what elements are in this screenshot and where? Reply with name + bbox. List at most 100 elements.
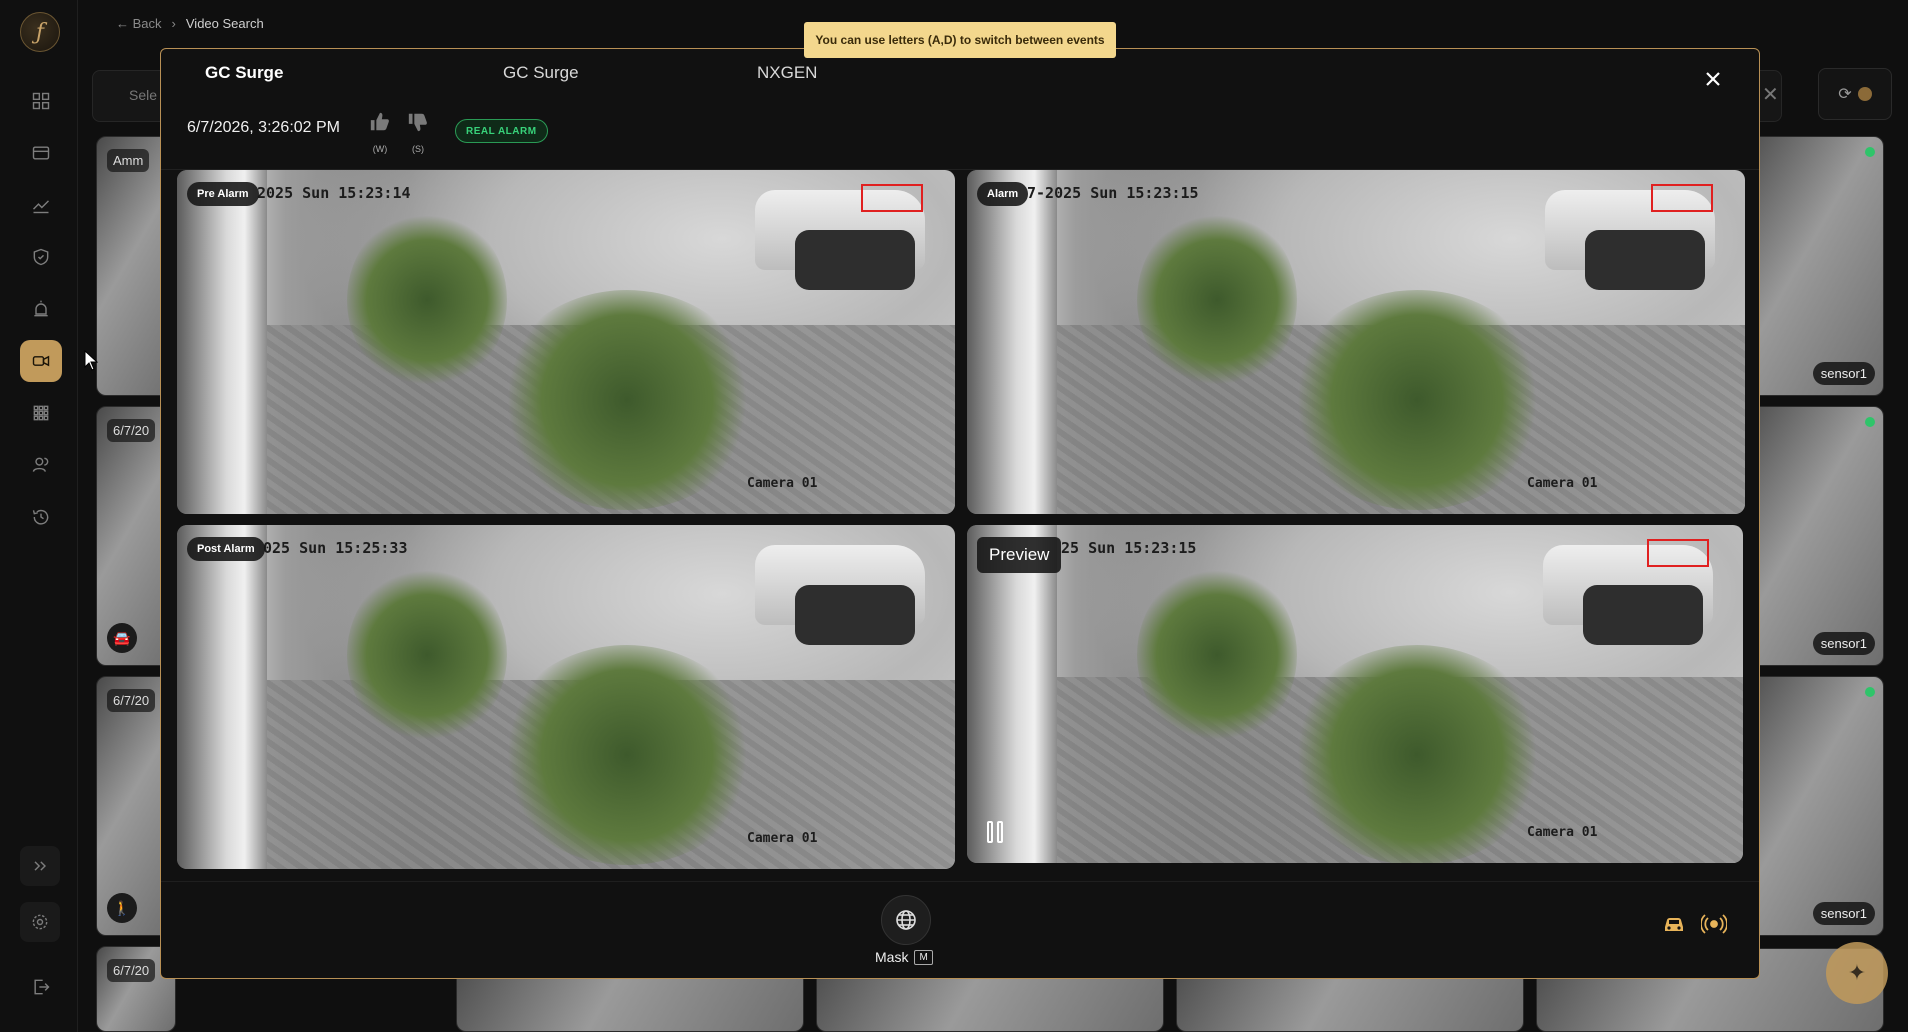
- shield-nav-icon[interactable]: [20, 236, 62, 278]
- frame-plant: [497, 290, 757, 510]
- pause-icon[interactable]: [987, 821, 1007, 843]
- frame-label: Alarm: [977, 182, 1029, 206]
- assistant-fab-button[interactable]: ✦: [1826, 942, 1888, 1004]
- post-alarm-frame[interactable]: 025 Sun 15:25:33 Camera 01 Post Alarm: [177, 525, 955, 869]
- location-select-placeholder: Sele: [129, 87, 158, 103]
- thumbs-up-shortcut: (W): [372, 144, 388, 154]
- preview-player[interactable]: 25 Sun 15:23:15 Camera 01 Preview: [967, 525, 1743, 863]
- thumbs-down-icon: [408, 113, 427, 132]
- tab-gc-surge-primary[interactable]: GC Surge: [205, 63, 283, 83]
- online-dot: [1865, 417, 1875, 427]
- frame-label: Preview: [977, 537, 1062, 573]
- frame-plant: [1287, 290, 1547, 510]
- thumbs-down-button[interactable]: (S): [405, 111, 431, 154]
- card-nav-icon[interactable]: [20, 132, 62, 174]
- frame-wall: [967, 525, 1057, 863]
- motion-sensor-icon[interactable]: [1700, 911, 1728, 937]
- osd-camera-name: Camera 01: [747, 476, 818, 491]
- person-icon: 🚶: [107, 893, 137, 923]
- online-dot: [1865, 687, 1875, 697]
- app-root: ƒ ← Back › Video Search Sele ✕ ⟳ Amm 6/7…: [0, 0, 1908, 1032]
- tab-gc-surge-secondary[interactable]: GC Surge: [503, 63, 579, 83]
- frame-plant: [1287, 645, 1547, 863]
- frame-car: [1583, 585, 1703, 645]
- breadcrumb-current: Video Search: [185, 16, 264, 31]
- osd-camera-name: Camera 01: [747, 831, 818, 846]
- history-nav-icon[interactable]: [20, 496, 62, 538]
- frame-wall: [967, 170, 1057, 514]
- analytics-nav-icon[interactable]: [20, 184, 62, 226]
- clear-filter-icon[interactable]: ✕: [1762, 82, 1779, 107]
- refresh-icon: ⟳: [1838, 86, 1852, 103]
- online-dot: [1865, 147, 1875, 157]
- frame-plant: [1137, 210, 1297, 390]
- alarm-frame[interactable]: 7-2025 Sun 15:23:15 Camera 01 Alarm: [967, 170, 1745, 514]
- osd-timestamp: 025 Sun 15:25:33: [263, 539, 408, 557]
- frame-wall: [177, 525, 267, 869]
- event-card[interactable]: sensor1: [1740, 136, 1884, 396]
- grid-nav-icon[interactable]: [20, 392, 62, 434]
- event-meta: 6/7/2026, 3:26:02 PM (W) (S) REAL ALARM: [187, 105, 787, 161]
- tab-nxgen[interactable]: NXGEN: [757, 63, 817, 83]
- vehicle-icon: 🚘: [107, 623, 137, 653]
- dashboard-nav-icon[interactable]: [20, 80, 62, 122]
- footer-divider: [161, 881, 1759, 882]
- alarm-nav-icon[interactable]: [20, 288, 62, 330]
- pre-alarm-frame[interactable]: 2025 Sun 15:23:14 Camera 01 Pre Alarm: [177, 170, 955, 514]
- osd-timestamp: 7-2025 Sun 15:23:15: [1027, 184, 1199, 202]
- sensor-badge: sensor1: [1812, 902, 1875, 925]
- sensor-badge: sensor1: [1812, 362, 1875, 385]
- video-camera-nav-icon[interactable]: [20, 340, 62, 382]
- event-card-label: 6/7/20: [107, 959, 156, 982]
- real-alarm-badge: REAL ALARM: [455, 119, 548, 143]
- event-card[interactable]: sensor1: [1740, 406, 1884, 666]
- frame-label: Post Alarm: [187, 537, 265, 561]
- event-card-label: 6/7/20: [107, 419, 156, 442]
- thumbs-up-button[interactable]: (W): [367, 111, 393, 154]
- frame-car: [795, 585, 915, 645]
- users-nav-icon[interactable]: [20, 444, 62, 486]
- keyboard-hint-text: You can use letters (A,D) to switch betw…: [815, 33, 1105, 47]
- event-timestamp: 6/7/2026, 3:26:02 PM: [187, 119, 340, 136]
- detection-box: [1651, 184, 1713, 212]
- osd-camera-name: Camera 01: [1527, 476, 1598, 491]
- globe-icon: [896, 910, 916, 930]
- sidebar: ƒ: [0, 0, 78, 1032]
- back-link[interactable]: ← Back: [116, 16, 162, 31]
- thumbs-down-shortcut: (S): [412, 144, 424, 154]
- status-dot: [1857, 87, 1872, 101]
- frame-plant: [1137, 565, 1297, 745]
- brand-logo[interactable]: ƒ: [20, 12, 60, 52]
- event-card-label: 6/7/20: [107, 689, 156, 712]
- settings-gear-icon[interactable]: [20, 902, 60, 942]
- event-card-label: Amm: [107, 149, 150, 172]
- refresh-button[interactable]: ⟳: [1818, 68, 1892, 120]
- frame-label: Pre Alarm: [187, 182, 259, 206]
- frame-plant: [497, 645, 757, 865]
- mouse-cursor-icon: [84, 350, 98, 371]
- mask-button[interactable]: [881, 895, 931, 945]
- frame-plant: [347, 210, 507, 390]
- mask-label-text: Mask: [875, 949, 909, 965]
- vehicle-icon[interactable]: [1661, 911, 1687, 937]
- close-modal-icon[interactable]: [1703, 69, 1723, 89]
- back-label: Back: [132, 16, 162, 31]
- frame-car: [795, 230, 915, 290]
- frame-wall: [177, 170, 267, 514]
- expand-sidebar-icon[interactable]: [20, 846, 60, 886]
- osd-timestamp: 2025 Sun 15:23:14: [257, 184, 411, 202]
- keyboard-hint-tooltip: You can use letters (A,D) to switch betw…: [804, 22, 1116, 58]
- osd-timestamp: 25 Sun 15:23:15: [1061, 539, 1197, 557]
- detection-box: [1647, 539, 1709, 567]
- osd-camera-name: Camera 01: [1527, 825, 1598, 840]
- event-card[interactable]: sensor1: [1740, 676, 1884, 936]
- frame-plant: [347, 565, 507, 745]
- breadcrumb: ← Back › Video Search: [116, 16, 264, 31]
- thumbs-up-icon: [370, 112, 389, 131]
- mask-shortcut-key: M: [914, 949, 933, 965]
- detection-box: [861, 184, 923, 212]
- frame-car: [1585, 230, 1705, 290]
- logout-icon[interactable]: [20, 966, 62, 1008]
- breadcrumb-separator: ›: [171, 16, 176, 31]
- sensor-badge: sensor1: [1812, 632, 1875, 655]
